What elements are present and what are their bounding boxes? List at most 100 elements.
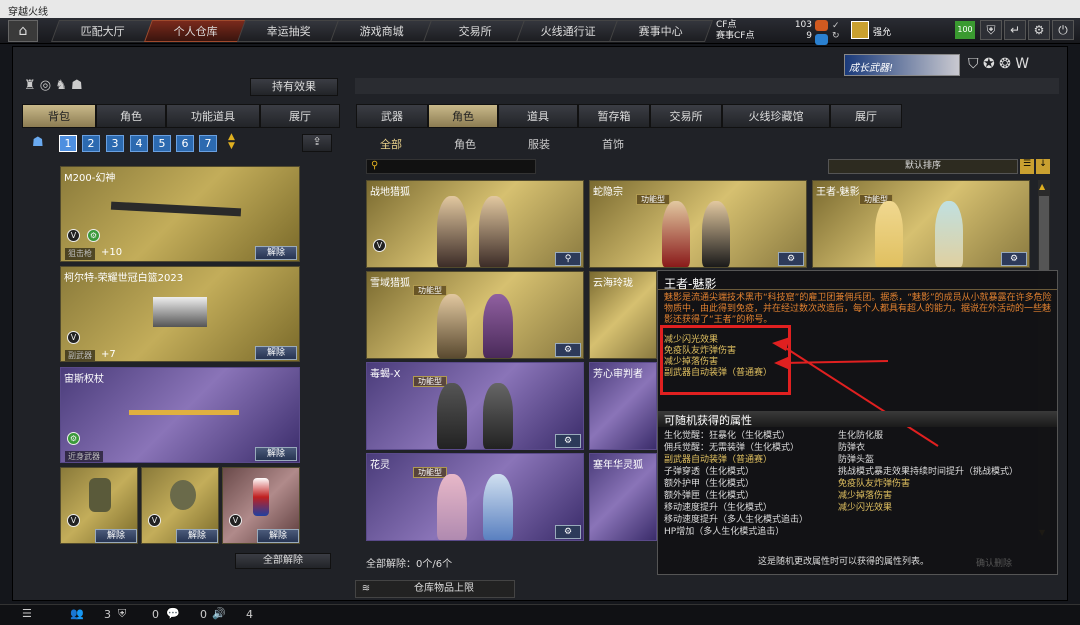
page-3[interactable]: 3: [106, 135, 124, 152]
item-card-scepter[interactable]: 宙斯权杖 ⚙ 近身武器 解除: [60, 367, 300, 463]
nav-tab-lottery[interactable]: 幸运抽奖: [236, 20, 342, 42]
refresh-icon[interactable]: ✓ ↻: [832, 21, 840, 41]
quick-icons[interactable]: ♜ ◎ ♞ ☗: [24, 78, 83, 93]
level-badge: 100: [955, 21, 975, 39]
tab-collection[interactable]: 火线珍藏馆: [722, 104, 830, 128]
back-icon[interactable]: ↵: [1004, 20, 1026, 40]
subtab-jewelry[interactable]: 首饰: [602, 136, 624, 152]
nav-tab-pass[interactable]: 火线通行证: [515, 20, 621, 42]
clan-count: 0: [152, 608, 159, 621]
tab-temp[interactable]: 暂存箱: [578, 104, 650, 128]
enhance-count: +7: [101, 349, 116, 360]
chat-icon[interactable]: 💬: [166, 607, 180, 620]
tab-hall[interactable]: 展厅: [260, 104, 340, 128]
page-4[interactable]: 4: [130, 135, 148, 152]
char-card-7[interactable]: 芳心审判者: [589, 362, 657, 450]
page-stepper[interactable]: ▲ ▼: [228, 133, 235, 151]
tab-exchange[interactable]: 交易所: [650, 104, 722, 128]
char-figure: [935, 201, 963, 267]
page-7[interactable]: 7: [199, 135, 217, 152]
gear-icon[interactable]: ⚙: [1028, 20, 1050, 40]
char-figure: [437, 383, 467, 449]
char-card-2[interactable]: 蛇隐宗 功能型 ⚙: [589, 180, 807, 268]
char-card-1[interactable]: 战地猎狐 V ⚲: [366, 180, 584, 268]
item-card-colt[interactable]: 柯尔特-荣耀世冠白篮2023 V 副武器 +7 解除: [60, 266, 300, 362]
friends-icon[interactable]: 👥: [70, 607, 84, 620]
page-1[interactable]: 1: [59, 135, 77, 152]
storage-limit[interactable]: ≋ 仓库物品上限: [355, 580, 515, 598]
grenade-icon: [89, 478, 111, 512]
nav-tab-shop[interactable]: 游戏商城: [329, 20, 435, 42]
unequip-button[interactable]: 解除: [255, 346, 297, 360]
scroll-up-icon[interactable]: ▲: [1039, 182, 1045, 191]
list-view-icon[interactable]: ☰: [1020, 159, 1034, 174]
settings-icon[interactable]: ⚙: [555, 434, 581, 448]
settings-icon[interactable]: ⚙: [1001, 252, 1027, 266]
clan-icon[interactable]: ⛨: [118, 607, 126, 621]
page-2[interactable]: 2: [82, 135, 100, 152]
nav-tab-warehouse[interactable]: 个人仓库: [143, 20, 249, 42]
settings-icon[interactable]: ⚙: [555, 343, 581, 357]
tab-items[interactable]: 功能道具: [166, 104, 260, 128]
char-card-9[interactable]: 塞年华灵狐: [589, 453, 657, 541]
tab-role[interactable]: 角色: [96, 104, 166, 128]
avatar[interactable]: [851, 21, 869, 39]
export-icon[interactable]: ⇪: [302, 134, 332, 152]
subtab-role[interactable]: 角色: [454, 136, 476, 152]
subtab-all[interactable]: 全部: [380, 136, 402, 152]
unequip-button[interactable]: 解除: [255, 447, 297, 461]
tab-weapon[interactable]: 武器: [356, 104, 428, 128]
char-card-6[interactable]: 毒蝎-X 功能型 ⚙: [366, 362, 584, 450]
growth-weapon-banner[interactable]: 成长武器!: [844, 54, 960, 76]
cf-icons: [815, 20, 828, 48]
tab-hall[interactable]: 展厅: [830, 104, 902, 128]
settings-icon[interactable]: ⚙: [555, 525, 581, 539]
sort-select[interactable]: 默认排序: [828, 159, 1018, 174]
speaker-icon[interactable]: 🔊: [212, 607, 226, 620]
scroll-thumb[interactable]: [1039, 196, 1049, 270]
subtab-costume[interactable]: 服装: [528, 136, 550, 152]
canister-icon: [253, 478, 269, 516]
slot-tag: 近身武器: [65, 451, 103, 462]
tab-props[interactable]: 道具: [498, 104, 578, 128]
unequip-button[interactable]: 解除: [255, 246, 297, 260]
item-card-m200[interactable]: M200-幻神 V ⚙ 狙击枪 +10 解除: [60, 166, 300, 262]
nav-tab-events[interactable]: 赛事中心: [608, 20, 714, 42]
char-figure: [437, 294, 467, 358]
settings-icon[interactable]: ⚙: [778, 252, 804, 266]
char-card-5[interactable]: 云海玲珑: [589, 271, 657, 359]
unequip-button[interactable]: 解除: [257, 529, 299, 543]
char-card-3[interactable]: 王者-魅影 功能型 ⚙: [812, 180, 1030, 268]
nav-tab-match[interactable]: 匹配大厅: [50, 20, 156, 42]
grenade-card-2[interactable]: V 解除: [141, 467, 219, 544]
power-icon[interactable]: ⏻: [1052, 20, 1074, 40]
char-card-4[interactable]: 雪域猎狐 功能型 ⚙: [366, 271, 584, 359]
unequip-button[interactable]: 解除: [176, 529, 218, 543]
menu-icon[interactable]: ☰: [22, 607, 32, 620]
char-card-8[interactable]: 花灵 功能型 ⚙: [366, 453, 584, 541]
unequip-all-button[interactable]: 全部解除: [235, 553, 331, 569]
tab-character[interactable]: 角色: [428, 104, 498, 128]
item-name: 宙斯权杖: [64, 374, 104, 385]
grenade-card-3[interactable]: V 解除: [222, 467, 300, 544]
banner-icons[interactable]: ⛉ ✪ ❂ W: [968, 56, 1029, 72]
func-tag: 功能型: [636, 194, 670, 205]
unequip-button[interactable]: 解除: [95, 529, 137, 543]
shield-icon[interactable]: ⛨: [980, 20, 1002, 40]
char-name: 王者-魅影: [816, 187, 860, 198]
layers-icon: ≋: [361, 583, 371, 594]
home-button[interactable]: ⌂: [8, 20, 38, 42]
page-6[interactable]: 6: [176, 135, 194, 152]
hidden-confirm-button[interactable]: 确认删除: [976, 556, 1012, 569]
page-5[interactable]: 5: [153, 135, 171, 152]
tab-bag[interactable]: 背包: [22, 104, 96, 128]
sniper-rifle-icon: [110, 201, 242, 217]
search-icon[interactable]: ⚲: [555, 252, 581, 266]
item-name: M200-幻神: [64, 173, 116, 184]
effect-button[interactable]: 持有效果: [250, 78, 338, 96]
grenade-card-1[interactable]: V 解除: [60, 467, 138, 544]
char-name: 云海玲珑: [593, 278, 633, 289]
nav-tab-trade[interactable]: 交易所: [422, 20, 528, 42]
sort-down-icon[interactable]: ↓: [1036, 159, 1050, 174]
search-input[interactable]: ⚲: [366, 159, 536, 174]
